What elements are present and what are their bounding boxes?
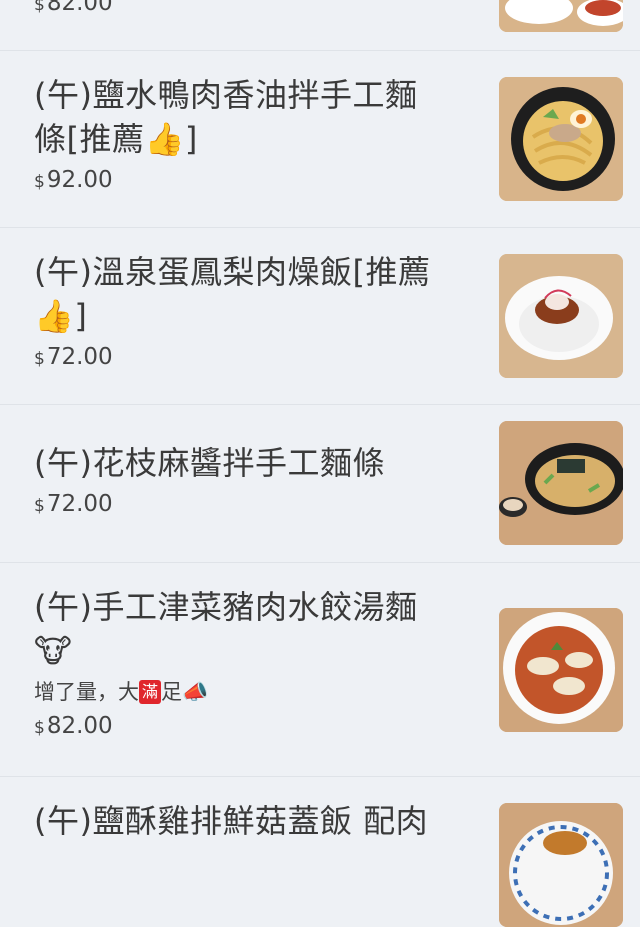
item-price: $72.00 bbox=[34, 491, 113, 517]
item-description: 增了量，大滿足📣 bbox=[34, 680, 209, 704]
item-name: (午)鹽酥雞排鮮菇蓋飯 配肉 bbox=[34, 802, 429, 840]
item-price: $82.00 bbox=[34, 713, 113, 739]
item-price: $72.00 bbox=[34, 344, 113, 370]
duck-noodle-thumbnail[interactable] bbox=[499, 77, 623, 201]
item-name: (午)溫泉蛋鳳梨肉燥飯[推薦👍] bbox=[34, 253, 431, 335]
menu-item[interactable]: (午)花枝麻醬拌手工麵條 $72.00 bbox=[0, 405, 640, 563]
menu-item[interactable]: (午)溫泉蛋鳳梨肉燥飯[推薦👍] $72.00 bbox=[0, 228, 640, 405]
full-badge: 滿 bbox=[139, 680, 162, 704]
item-name: (午)花枝麻醬拌手工麵條 bbox=[34, 444, 385, 482]
menu-item[interactable]: (午)鹽酥雞排鮮菇蓋飯 配肉 bbox=[0, 777, 640, 927]
menu-item[interactable]: (午)手工津菜豬肉水餃湯麵🐮 增了量，大滿足📣 $82.00 bbox=[0, 563, 640, 777]
dumpling-soup-thumbnail[interactable] bbox=[499, 608, 623, 732]
chicken-rice-thumbnail[interactable] bbox=[499, 803, 623, 927]
item-name: (午)鹽水鴨肉香油拌手工麵條[推薦👍] bbox=[34, 76, 418, 158]
dish-thumbnail[interactable] bbox=[499, 0, 623, 32]
menu-item[interactable]: (午)鹽水鴨肉香油拌手工麵條[推薦👍] $92.00 bbox=[0, 51, 640, 228]
item-price: $82.00 bbox=[34, 0, 113, 16]
sesame-noodle-thumbnail[interactable] bbox=[499, 421, 623, 545]
item-price: $92.00 bbox=[34, 167, 113, 193]
menu-item[interactable]: $82.00 bbox=[0, 0, 640, 51]
pork-rice-thumbnail[interactable] bbox=[499, 254, 623, 378]
item-name: (午)手工津菜豬肉水餃湯麵🐮 bbox=[34, 588, 418, 670]
